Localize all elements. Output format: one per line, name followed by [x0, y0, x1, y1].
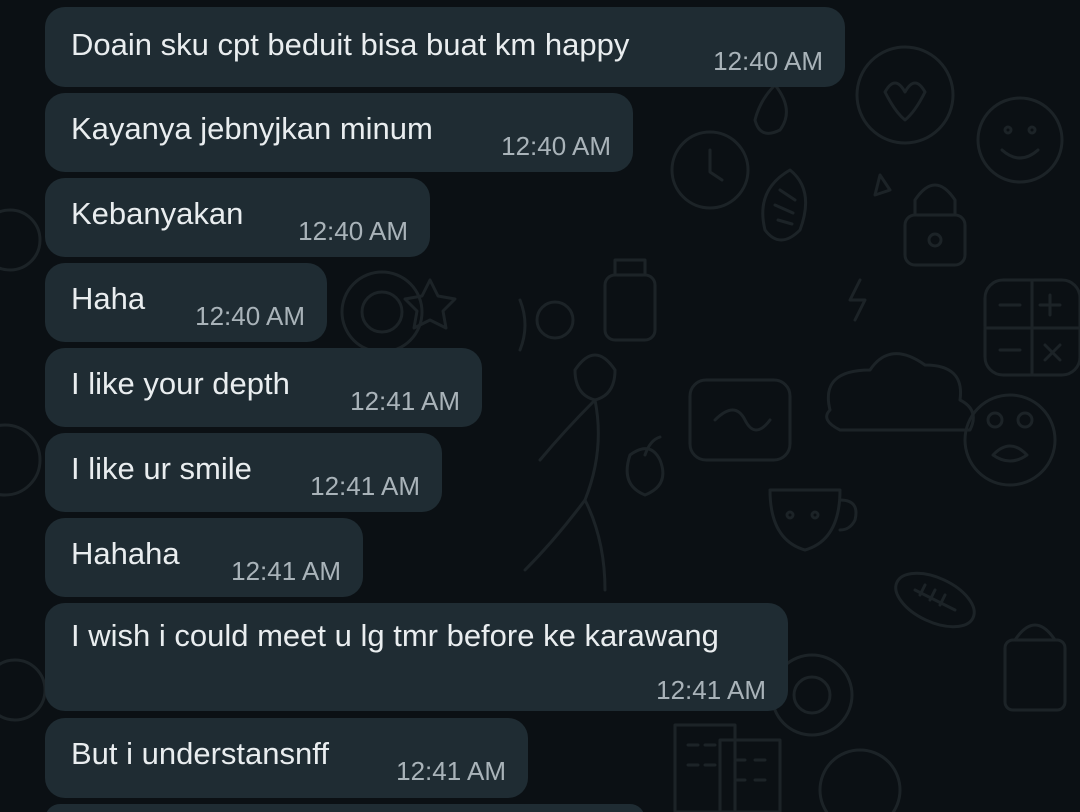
message-timestamp: 12:41 AM [656, 675, 766, 705]
message-text: Kebanyakan [71, 196, 244, 231]
message-text: Haha [71, 281, 146, 316]
message-bubble[interactable]: Haha 12:40 AM [45, 263, 327, 342]
message-bubble[interactable]: I wish i could meet u lg tmr before ke k… [45, 603, 788, 711]
message-timestamp: 12:40 AM [713, 46, 823, 76]
message-timestamp: 12:40 AM [298, 216, 408, 246]
message-text: Hahaha [71, 536, 180, 571]
message-timestamp: 12:41 AM [231, 556, 341, 586]
message-timestamp: 12:41 AM [310, 471, 420, 501]
message-text: I like your depth [71, 366, 290, 401]
message-bubble[interactable]: Doain sku cpt beduit bisa buat km happy … [45, 7, 845, 87]
message-text: I wish i could meet u lg tmr before ke k… [71, 618, 719, 653]
message-bubble[interactable]: I like ur smile 12:41 AM [45, 433, 442, 512]
message-list[interactable]: Doain sku cpt beduit bisa buat km happy … [0, 0, 1080, 812]
message-text: I like ur smile [71, 451, 252, 486]
message-timestamp: 12:40 AM [501, 131, 611, 161]
message-text: But i understansnff [71, 736, 329, 771]
message-bubble[interactable]: I like your depth 12:41 AM [45, 348, 482, 427]
message-bubble[interactable]: Kebanyakan 12:40 AM [45, 178, 430, 257]
message-bubble-partial[interactable] [45, 804, 645, 812]
message-timestamp: 12:41 AM [350, 386, 460, 416]
message-timestamp: 12:40 AM [195, 301, 305, 331]
message-text: Doain sku cpt beduit bisa buat km happy [71, 27, 630, 62]
message-bubble[interactable]: But i understansnff 12:41 AM [45, 718, 528, 798]
message-bubble[interactable]: Hahaha 12:41 AM [45, 518, 363, 597]
message-bubble[interactable]: Kayanya jebnyjkan minum 12:40 AM [45, 93, 633, 172]
message-text: Kayanya jebnyjkan minum [71, 111, 433, 146]
message-timestamp: 12:41 AM [396, 756, 506, 786]
